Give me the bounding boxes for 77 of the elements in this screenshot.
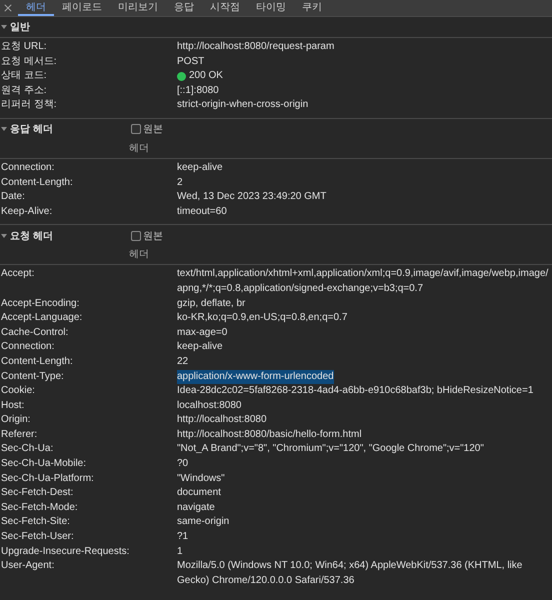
raw-checkbox[interactable] <box>131 230 141 241</box>
header-name: 상태 코드: <box>0 69 48 84</box>
header-value: ?1 <box>177 530 188 544</box>
header-name: Cache-Control: <box>0 326 70 340</box>
header-value: keep-alive <box>177 160 223 175</box>
header-value: 22 <box>177 354 188 369</box>
header-name: Sec-Fetch-User: <box>0 530 75 544</box>
header-value: POST <box>177 54 204 69</box>
header-value: "Not_A Brand";v="8", "Chromium";v="120", "Google Chrome";v="120" <box>177 442 484 456</box>
header-name: Date: <box>0 190 26 204</box>
header-value: http://localhost:8080/basic/hello-form.html <box>177 428 362 442</box>
header-value: Mozilla/5.0 (Windows NT 10.0; Win64; x64) AppleWebKit/537.36 (KHTML, like Gecko) Chrome/120.0.0.0 Safari/537.36 <box>177 559 524 588</box>
header-value: "Windows" <box>177 472 225 486</box>
section-title: 요청 헤더 <box>10 230 54 243</box>
header-name: Connection: <box>0 340 56 354</box>
header-name: Sec-Ch-Ua-Platform: <box>0 472 95 486</box>
header-name: 요청 메서드: <box>0 54 58 69</box>
tab[interactable]: 미리보기 <box>110 0 166 16</box>
header-name: Referer: <box>0 428 38 442</box>
header-name: Sec-Ch-Ua-Mobile: <box>0 457 88 472</box>
tab[interactable]: 헤더 <box>18 0 54 16</box>
header-value: ko-KR,ko;q=0.9,en-US;q=0.8,en;q=0.7 <box>177 311 348 326</box>
close-icon[interactable] <box>4 4 12 12</box>
tab[interactable]: 쿠키 <box>294 0 330 16</box>
tab[interactable]: 타이밍 <box>248 0 294 16</box>
header-name: Accept-Language: <box>0 311 84 326</box>
header-name: Cookie: <box>0 384 36 398</box>
header-value: same-origin <box>177 515 230 530</box>
column-label: 헤더 <box>129 142 150 155</box>
header-name: Keep-Alive: <box>0 204 54 219</box>
header-name: Upgrade-Insecure-Requests: <box>0 544 130 559</box>
triangle-icon[interactable] <box>1 24 7 30</box>
header-value: strict-origin-when-cross-origin <box>177 98 308 112</box>
header-name: Content-Length: <box>0 354 74 369</box>
header-value: ?0 <box>177 457 188 472</box>
header-name: Sec-Ch-Ua: <box>0 442 54 456</box>
header-value: http://localhost:8080 <box>177 413 267 428</box>
header-name: Content-Length: <box>0 176 74 190</box>
tab[interactable]: 응답 <box>166 0 202 16</box>
section-title: 일반 <box>10 21 30 34</box>
checkbox-label: 원본 <box>143 123 163 136</box>
header-name: Host: <box>0 398 26 413</box>
header-name: 원격 주소: <box>0 84 48 98</box>
header-value: http://localhost:8080/request-param <box>177 40 334 54</box>
header-name: Accept-Encoding: <box>0 296 80 311</box>
header-name: User-Agent: <box>0 559 56 574</box>
raw-checkbox[interactable] <box>131 124 141 134</box>
header-value: navigate <box>177 500 215 515</box>
header-value: Idea-28dc2c02=5faf8268-2318-4ad4-a6bb-e910c68baf3b; bHideResizeNotice=1 <box>177 384 534 398</box>
header-value: localhost:8080 <box>177 398 242 413</box>
checkbox-label: 원본 <box>143 230 163 243</box>
header-name: 리퍼러 정책: <box>0 98 58 112</box>
tab[interactable]: 시작점 <box>202 0 248 16</box>
header-value: 2 <box>177 176 183 190</box>
header-value: gzip, deflate, br <box>177 296 246 311</box>
header-name: Sec-Fetch-Dest: <box>0 486 74 500</box>
header-name: Connection: <box>0 160 56 175</box>
header-name: 요청 URL: <box>0 40 48 54</box>
header-value: 1 <box>177 544 183 559</box>
header-value: Wed, 13 Dec 2023 23:49:20 GMT <box>177 190 326 204</box>
header-name: Accept: <box>0 267 36 282</box>
header-name: Content-Type: <box>0 370 65 384</box>
header-value: keep-alive <box>177 340 223 354</box>
header-value: [::1]:8080 <box>177 84 219 98</box>
header-value: document <box>177 486 221 500</box>
tab[interactable]: 페이로드 <box>54 0 110 16</box>
section-title: 응답 헤더 <box>10 123 54 136</box>
triangle-icon[interactable] <box>1 126 7 132</box>
column-label: 헤더 <box>129 248 150 262</box>
header-name: Sec-Fetch-Mode: <box>0 500 79 515</box>
header-name: Origin: <box>0 413 32 428</box>
triangle-icon[interactable] <box>1 232 7 239</box>
header-name: Sec-Fetch-Site: <box>0 515 71 530</box>
header-value: timeout=60 <box>177 204 227 219</box>
header-value: 200 OK <box>189 69 223 84</box>
header-value: max-age=0 <box>177 326 228 340</box>
header-value: application/x-www-form-urlencoded <box>177 370 334 384</box>
